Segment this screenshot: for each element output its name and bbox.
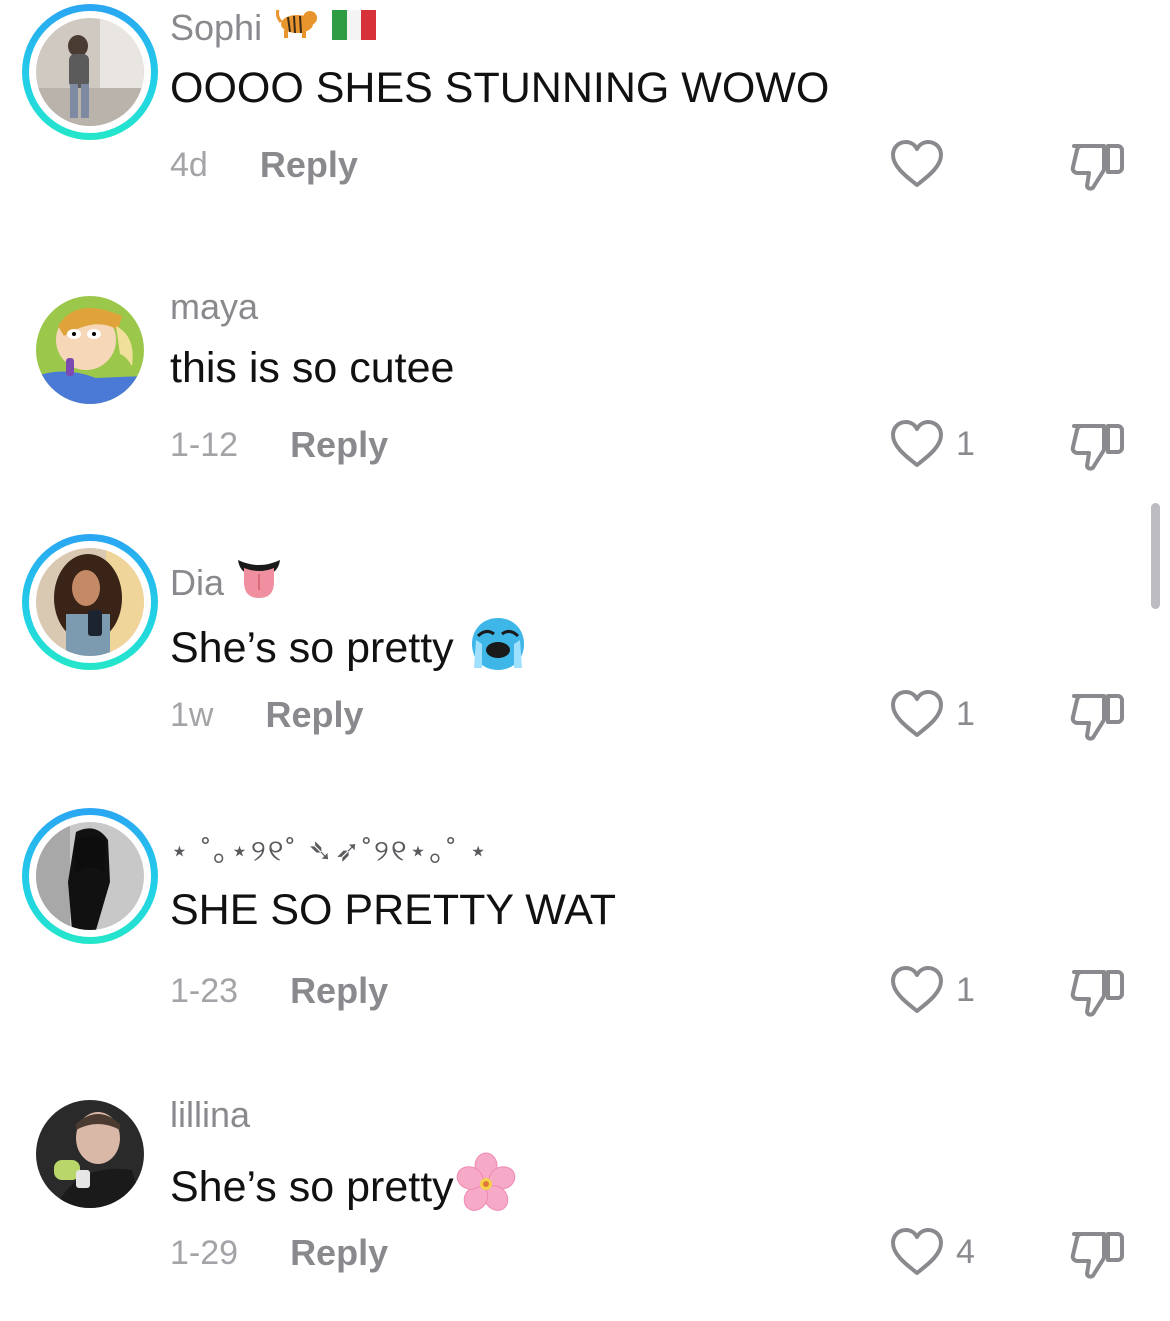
comment-item: Dia She’s so pretty 1w Reply 1	[0, 534, 1170, 802]
heart-outline-icon[interactable]	[890, 690, 944, 738]
comment-meta: 4d Reply	[170, 144, 358, 186]
comment-text-content: She’s so pretty	[170, 624, 454, 672]
thumbs-down-icon[interactable]	[1068, 966, 1126, 1020]
reply-button[interactable]: Reply	[290, 424, 388, 466]
crying-face-emoji	[468, 614, 528, 683]
like-button[interactable]	[890, 140, 956, 188]
thumbs-down-icon[interactable]	[1068, 140, 1126, 194]
comment-text: OOOO SHES STUNNING WOWO	[170, 64, 829, 113]
username-text[interactable]: maya	[170, 286, 258, 328]
reply-button[interactable]: Reply	[260, 144, 358, 186]
comment-meta: 1-29 Reply	[170, 1232, 388, 1274]
comment-text: She’s so pretty	[170, 614, 528, 683]
dislike-button[interactable]	[1068, 1228, 1126, 1287]
avatar[interactable]	[36, 296, 144, 404]
dislike-button[interactable]	[1068, 420, 1126, 479]
dislike-button[interactable]	[1068, 690, 1126, 749]
avatar-wrapper[interactable]	[22, 282, 158, 418]
like-button[interactable]: 1	[890, 690, 975, 738]
like-count: 1	[956, 970, 975, 1009]
avatar[interactable]	[36, 1100, 144, 1208]
avatar-wrapper[interactable]	[22, 1086, 158, 1222]
scrollbar[interactable]	[1151, 503, 1160, 609]
comment-text: this is so cutee	[170, 344, 454, 393]
avatar[interactable]	[36, 18, 144, 126]
comment-text-content: OOOO SHES STUNNING WOWO	[170, 64, 830, 112]
heart-outline-icon[interactable]	[890, 966, 944, 1014]
comment-timestamp: 1-12	[170, 425, 239, 464]
comment-username[interactable]: maya	[170, 286, 258, 328]
like-button[interactable]: 1	[890, 420, 975, 468]
comment-text-content: She’s so pretty	[170, 1163, 454, 1211]
comment-timestamp: 1w	[170, 695, 214, 734]
comment-username[interactable]: lillina	[170, 1094, 250, 1136]
like-button[interactable]: 1	[890, 966, 975, 1014]
comment-username[interactable]: ⋆ ˚｡⋆୨୧˚ ➴➶˚୨୧⋆｡˚ ⋆	[170, 826, 490, 870]
comment-timestamp: 4d	[170, 145, 208, 184]
thumbs-down-icon[interactable]	[1068, 420, 1126, 474]
like-button[interactable]: 4	[890, 1228, 975, 1276]
heart-outline-icon[interactable]	[890, 140, 944, 188]
comments-list: Sophi OOOO SHES STUNNING WOWO 4d Reply m…	[0, 0, 1170, 1321]
heart-outline-icon[interactable]	[890, 1228, 944, 1276]
comment-text: SHE SO PRETTY WAT	[170, 886, 616, 935]
dislike-button[interactable]	[1068, 140, 1126, 199]
username-text[interactable]: ⋆ ˚｡⋆୨୧˚ ➴➶˚୨୧⋆｡˚ ⋆	[170, 826, 490, 870]
comment-timestamp: 1-23	[170, 971, 239, 1010]
comment-meta: 1w Reply	[170, 694, 364, 736]
comment-username[interactable]: Dia	[170, 556, 282, 609]
like-count: 1	[956, 424, 975, 463]
like-count: 1	[956, 694, 975, 733]
thumbs-down-icon[interactable]	[1068, 690, 1126, 744]
tiger-emoji	[274, 6, 320, 49]
avatar[interactable]	[36, 548, 144, 656]
thumbs-down-icon[interactable]	[1068, 1228, 1126, 1282]
comment-text-content: SHE SO PRETTY WAT	[170, 886, 616, 934]
reply-button[interactable]: Reply	[265, 694, 363, 736]
comment-text-content: this is so cutee	[170, 344, 455, 392]
comment-timestamp: 1-29	[170, 1233, 239, 1272]
comment-meta: 1-23 Reply	[170, 970, 388, 1012]
like-count: 4	[956, 1232, 975, 1271]
avatar-story-ring[interactable]	[22, 4, 158, 140]
username-text[interactable]: lillina	[170, 1094, 250, 1136]
avatar-story-ring[interactable]	[22, 534, 158, 670]
comment-item: lillina She’s so pretty 1-29 Reply 4	[0, 1090, 1170, 1321]
avatar-story-ring[interactable]	[22, 808, 158, 944]
reply-button[interactable]: Reply	[290, 1232, 388, 1274]
comment-item: ⋆ ˚｡⋆୨୧˚ ➴➶˚୨୧⋆｡˚ ⋆ SHE SO PRETTY WAT 1-…	[0, 808, 1170, 1070]
italy-flag-emoji	[332, 7, 377, 49]
avatar[interactable]	[36, 822, 144, 930]
tongue-emoji	[236, 556, 282, 609]
heart-outline-icon[interactable]	[890, 420, 944, 468]
comment-item: maya this is so cutee 1-12 Reply 1	[0, 282, 1170, 532]
username-text[interactable]: Sophi	[170, 7, 262, 49]
comment-text: She’s so pretty	[170, 1152, 516, 1223]
username-text[interactable]: Dia	[170, 562, 224, 604]
comment-item: Sophi OOOO SHES STUNNING WOWO 4d Reply	[0, 2, 1170, 252]
comment-meta: 1-12 Reply	[170, 424, 388, 466]
comment-username[interactable]: Sophi	[170, 6, 377, 49]
cherry-blossom-emoji	[456, 1152, 516, 1223]
dislike-button[interactable]	[1068, 966, 1126, 1025]
reply-button[interactable]: Reply	[290, 970, 388, 1012]
